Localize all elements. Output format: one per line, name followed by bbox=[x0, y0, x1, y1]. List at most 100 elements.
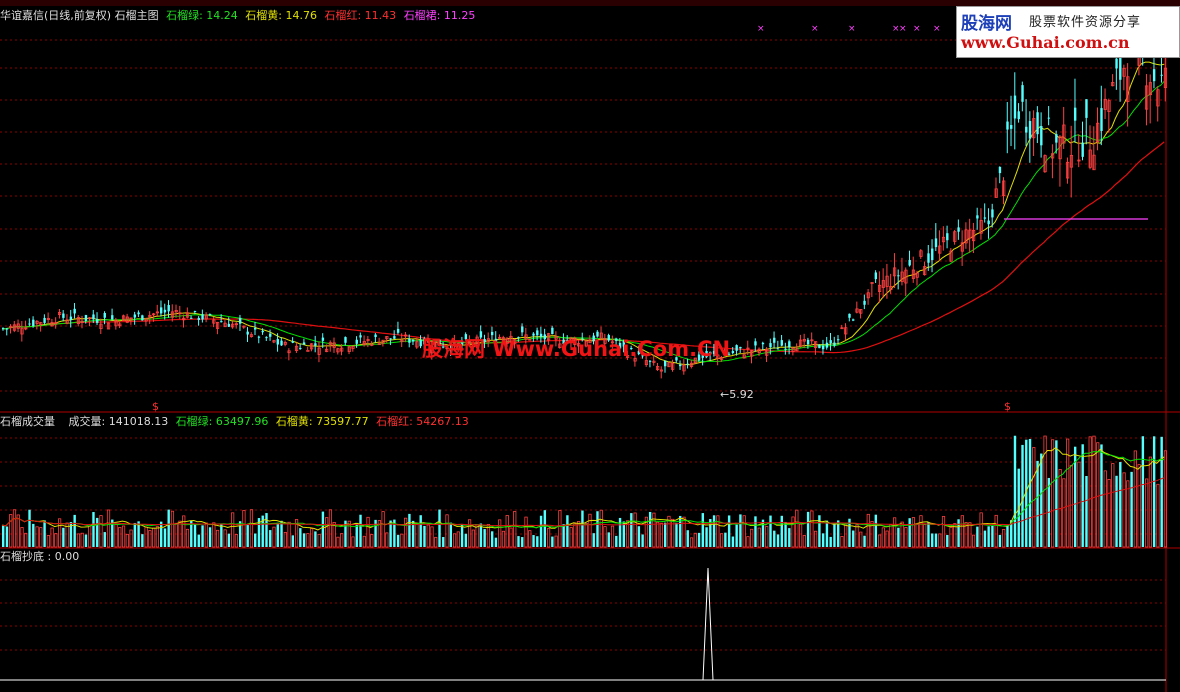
candle-body bbox=[163, 309, 167, 313]
volume-bar bbox=[931, 533, 934, 547]
volume-bar bbox=[404, 517, 408, 548]
candle-body bbox=[761, 342, 765, 345]
candle-body bbox=[927, 253, 930, 263]
candle-body bbox=[897, 275, 900, 277]
volume-bar bbox=[24, 532, 28, 548]
volume-bar bbox=[893, 517, 897, 548]
volume-bar bbox=[438, 509, 441, 547]
volume-bar bbox=[408, 513, 411, 547]
candle-body bbox=[976, 215, 979, 219]
volume-bar bbox=[287, 521, 291, 548]
candle-body bbox=[821, 345, 825, 350]
volume-bar bbox=[73, 514, 76, 547]
volume-bar bbox=[513, 511, 517, 548]
volume-bar bbox=[498, 519, 502, 548]
volume-bar bbox=[415, 523, 419, 548]
signal-marker: × bbox=[913, 24, 921, 34]
candle-body bbox=[411, 339, 415, 342]
volume-bar bbox=[340, 533, 344, 548]
volume-bar bbox=[735, 524, 738, 547]
volume-bar bbox=[821, 533, 825, 547]
volume-bar bbox=[84, 534, 88, 547]
candle-body bbox=[374, 334, 377, 338]
volume-bar bbox=[1111, 463, 1115, 548]
volume-bar bbox=[596, 511, 599, 547]
volume-bar bbox=[1028, 438, 1032, 547]
volume-title: 石榴成交量 bbox=[0, 415, 55, 428]
volume-bar bbox=[949, 526, 953, 548]
candle-body bbox=[389, 338, 392, 340]
volume-bar bbox=[599, 509, 603, 548]
volume-bar bbox=[54, 533, 58, 548]
volume-bar bbox=[543, 510, 547, 547]
volume-bar bbox=[641, 534, 644, 547]
candle-body bbox=[769, 343, 772, 348]
candle-body bbox=[1081, 142, 1084, 157]
volume-bar bbox=[788, 528, 791, 547]
candle-body bbox=[991, 209, 994, 218]
volume-bar bbox=[874, 514, 878, 547]
volume-bar bbox=[133, 522, 137, 547]
volume-bar bbox=[50, 527, 54, 548]
volume-bar bbox=[1133, 450, 1137, 548]
volume-bar bbox=[460, 523, 464, 547]
candle-body bbox=[784, 348, 787, 350]
volume-bar bbox=[509, 527, 513, 548]
candle-body bbox=[299, 347, 302, 349]
volume-bar bbox=[231, 512, 235, 548]
volume-bar bbox=[201, 525, 204, 547]
volume-bar bbox=[1119, 462, 1122, 547]
volume-bar bbox=[727, 515, 731, 547]
volume-bar bbox=[1002, 529, 1006, 548]
volume-bar bbox=[1126, 480, 1130, 548]
volume-bar bbox=[855, 524, 859, 548]
volume-bar bbox=[773, 530, 776, 547]
candle-body bbox=[201, 314, 204, 320]
volume-bar bbox=[765, 526, 769, 548]
volume-bar bbox=[20, 527, 24, 548]
signal-marker: × bbox=[811, 24, 819, 34]
volume-bar bbox=[558, 510, 562, 548]
candle-body bbox=[1152, 69, 1156, 82]
volume-bar bbox=[1081, 444, 1084, 547]
volume-bar bbox=[483, 529, 486, 547]
volume-bar bbox=[351, 536, 355, 548]
volume-bar bbox=[573, 523, 577, 548]
volume-bar bbox=[419, 515, 422, 547]
volume-bar bbox=[442, 537, 445, 547]
volume-bar bbox=[633, 512, 637, 548]
candle-body bbox=[1010, 125, 1013, 129]
volume-bar bbox=[1141, 436, 1145, 547]
volume-bar bbox=[1145, 478, 1149, 548]
volume-bar bbox=[204, 522, 208, 548]
volume-bar bbox=[174, 522, 178, 548]
volume-bar bbox=[569, 527, 573, 548]
volume-bar bbox=[798, 523, 803, 548]
candle-body bbox=[280, 340, 283, 346]
volume-bar bbox=[998, 534, 1002, 547]
volume-bar bbox=[475, 524, 479, 548]
volume-bar bbox=[972, 534, 976, 548]
candle-body bbox=[987, 220, 990, 225]
volume-bar bbox=[96, 517, 99, 547]
volume-bar bbox=[1069, 464, 1074, 548]
volume-bar bbox=[551, 536, 554, 547]
volume-bar bbox=[449, 522, 452, 547]
candle-body bbox=[825, 342, 829, 348]
volume-bar bbox=[689, 537, 694, 548]
volume-bar bbox=[746, 536, 750, 548]
volume-bar bbox=[144, 526, 148, 548]
volume-bar bbox=[385, 532, 389, 548]
volume-bar bbox=[1152, 436, 1156, 547]
volume-bar bbox=[833, 522, 836, 547]
volume-bar bbox=[254, 533, 257, 547]
volume-bar bbox=[246, 525, 249, 547]
volume-bar bbox=[28, 509, 31, 547]
candle-body bbox=[359, 335, 362, 338]
volume-bar bbox=[185, 528, 190, 548]
volume-bar bbox=[637, 526, 641, 547]
chart-stage[interactable]: × × × × × × × $ $ 华谊嘉信(日线,前复权) 石榴主图 石榴绿: 14.24 石… bbox=[0, 0, 1180, 692]
volume-bar bbox=[938, 533, 942, 548]
volume-bar bbox=[163, 528, 167, 547]
volume-bar bbox=[215, 529, 220, 548]
